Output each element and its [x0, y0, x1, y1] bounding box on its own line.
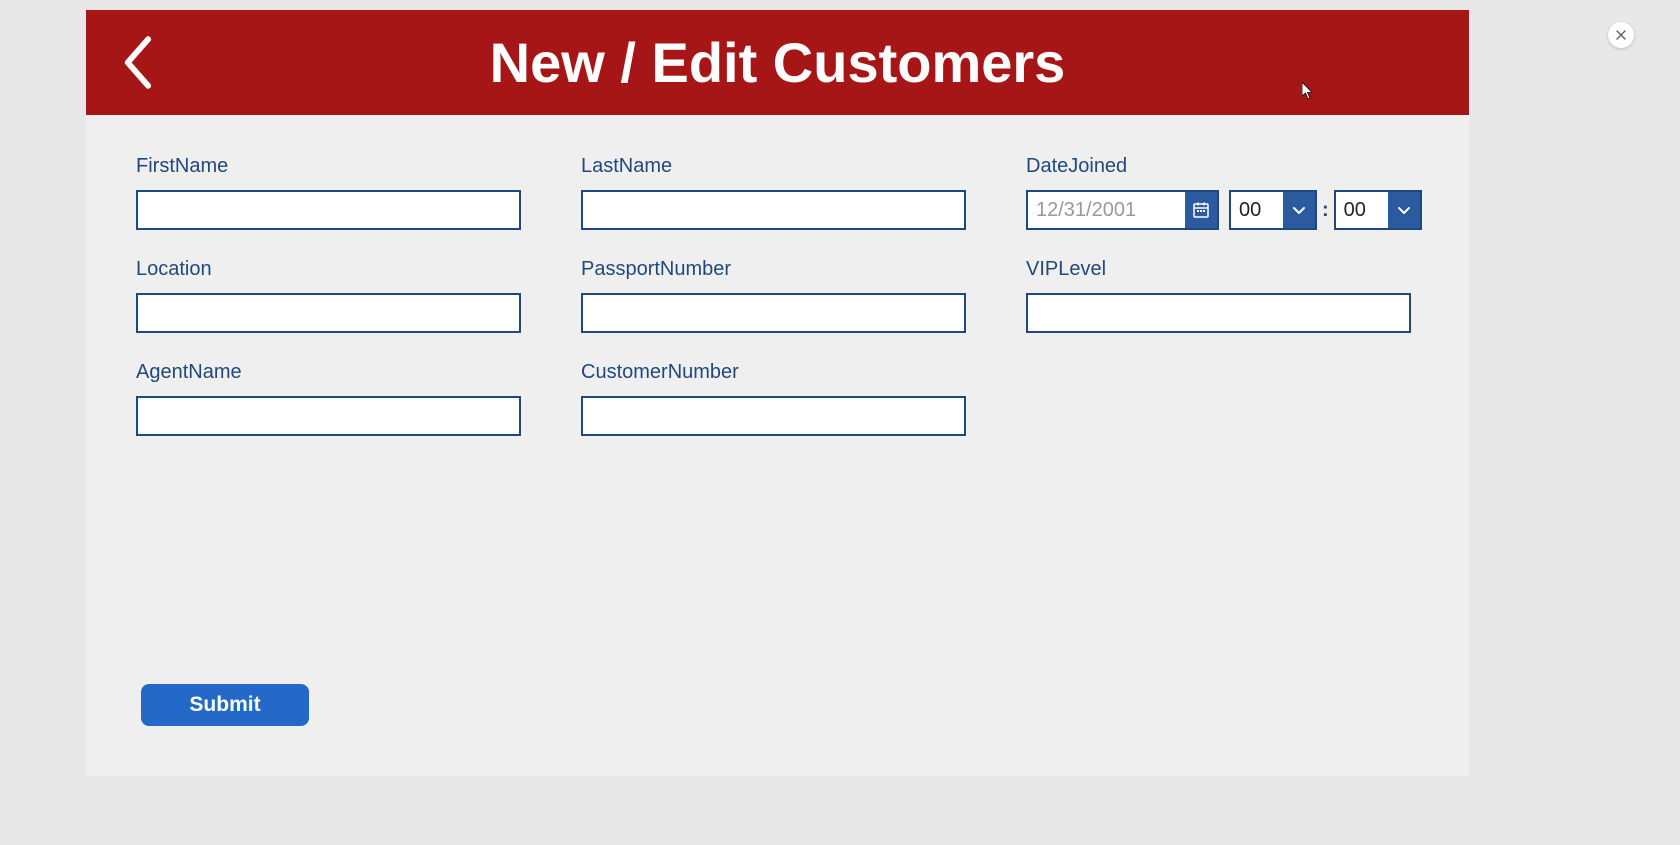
chevron-left-icon — [119, 33, 154, 93]
passportnumber-label: PassportNumber — [581, 258, 966, 281]
chevron-down-icon — [1291, 202, 1307, 218]
minute-wrap — [1334, 190, 1422, 230]
viplevel-input[interactable] — [1026, 293, 1411, 333]
calendar-button[interactable] — [1185, 192, 1217, 228]
field-agentname: AgentName — [136, 361, 521, 436]
agentname-label: AgentName — [136, 361, 521, 384]
location-label: Location — [136, 258, 521, 281]
hour-dropdown-button[interactable] — [1283, 192, 1315, 228]
lastname-input[interactable] — [581, 190, 966, 230]
field-passportnumber: PassportNumber — [581, 258, 966, 333]
location-input[interactable] — [136, 293, 521, 333]
datejoined-label: DateJoined — [1026, 155, 1422, 178]
minute-input[interactable] — [1336, 192, 1388, 228]
form-area: FirstName LastName DateJoined — [86, 115, 1469, 776]
close-button[interactable] — [1608, 22, 1634, 48]
app-window: New / Edit Customers FirstName LastName … — [86, 10, 1469, 776]
submit-button[interactable]: Submit — [141, 684, 309, 726]
lastname-label: LastName — [581, 155, 966, 178]
calendar-icon — [1192, 201, 1210, 219]
hour-input[interactable] — [1231, 192, 1283, 228]
hour-wrap — [1229, 190, 1317, 230]
form-grid: FirstName LastName DateJoined — [136, 155, 1419, 436]
agentname-input[interactable] — [136, 396, 521, 436]
chevron-down-icon — [1396, 202, 1412, 218]
field-customernumber: CustomerNumber — [581, 361, 966, 436]
passportnumber-input[interactable] — [581, 293, 966, 333]
customernumber-label: CustomerNumber — [581, 361, 966, 384]
field-viplevel: VIPLevel — [1026, 258, 1422, 333]
datejoined-group: : — [1026, 190, 1422, 230]
back-button[interactable] — [116, 30, 156, 95]
minute-dropdown-button[interactable] — [1388, 192, 1420, 228]
date-input[interactable] — [1028, 192, 1185, 228]
time-separator: : — [1322, 199, 1329, 222]
firstname-label: FirstName — [136, 155, 521, 178]
field-location: Location — [136, 258, 521, 333]
field-datejoined: DateJoined — [1026, 155, 1422, 230]
viplevel-label: VIPLevel — [1026, 258, 1422, 281]
close-icon — [1615, 29, 1627, 41]
field-lastname: LastName — [581, 155, 966, 230]
header-bar: New / Edit Customers — [86, 10, 1469, 115]
date-input-wrap — [1026, 190, 1219, 230]
firstname-input[interactable] — [136, 190, 521, 230]
field-firstname: FirstName — [136, 155, 521, 230]
page-title: New / Edit Customers — [86, 30, 1469, 95]
customernumber-input[interactable] — [581, 396, 966, 436]
